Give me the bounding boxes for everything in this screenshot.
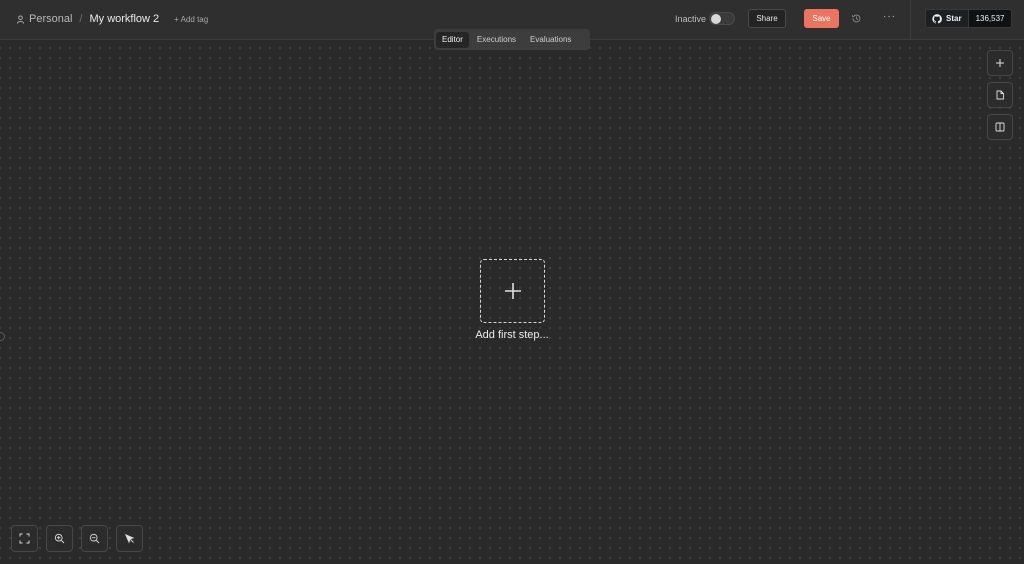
- sticky-note-icon: [996, 90, 1004, 100]
- fit-view-button[interactable]: [11, 525, 38, 552]
- canvas-zoom-toolbar: [11, 525, 143, 552]
- toggle-knob: [711, 14, 721, 24]
- github-star-label-area: Star: [926, 10, 968, 27]
- view-tabs: Editor Executions Evaluations: [434, 29, 590, 50]
- zoom-out-icon: [89, 533, 100, 544]
- github-star-button[interactable]: Star 136,537: [925, 9, 1013, 28]
- github-star-count: 136,537: [967, 10, 1012, 27]
- more-options-button[interactable]: ···: [883, 11, 896, 22]
- github-icon: [932, 13, 942, 24]
- pointer-button[interactable]: [116, 525, 143, 552]
- add-node-button[interactable]: [987, 50, 1013, 76]
- plus-icon: [504, 283, 521, 299]
- add-first-step-button[interactable]: [480, 259, 545, 323]
- zoom-in-icon: [54, 533, 65, 544]
- tab-evaluations[interactable]: Evaluations: [524, 32, 577, 48]
- active-toggle[interactable]: [709, 12, 735, 25]
- plus-icon: [996, 59, 1004, 67]
- panel-icon: [995, 122, 1005, 132]
- canvas-side-toolbar: [987, 50, 1013, 140]
- toggle-panel-button[interactable]: [987, 114, 1013, 140]
- zoom-out-button[interactable]: [81, 525, 108, 552]
- pointer-icon: [124, 533, 135, 544]
- share-button[interactable]: Share: [748, 9, 786, 28]
- tab-editor[interactable]: Editor: [436, 31, 469, 48]
- tab-executions[interactable]: Executions: [471, 32, 522, 48]
- divider: [910, 0, 911, 40]
- add-sticky-button[interactable]: [987, 82, 1013, 108]
- history-icon[interactable]: [851, 13, 862, 24]
- active-status-label: Inactive: [675, 14, 707, 24]
- add-first-step-label: Add first step...: [475, 329, 549, 341]
- fit-view-icon: [19, 533, 30, 544]
- zoom-in-button[interactable]: [46, 525, 73, 552]
- github-star-label: Star: [946, 14, 962, 23]
- save-button[interactable]: Save: [804, 9, 839, 28]
- canvas-edge-handle[interactable]: [0, 332, 5, 341]
